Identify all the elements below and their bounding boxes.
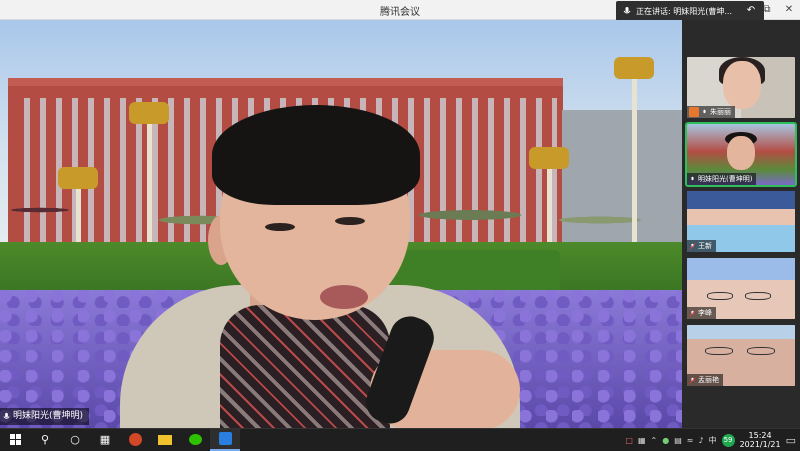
wechat-icon[interactable] xyxy=(180,429,210,451)
participant-list: 朱丽丽 明妹阳光(曹坤明) 王新 李峰 孟丽艳 xyxy=(682,20,800,428)
microphone-icon xyxy=(3,412,10,419)
participant-name: 孟丽艳 xyxy=(698,376,719,384)
participant-tile[interactable]: 朱丽丽 xyxy=(687,57,795,118)
volume-icon[interactable]: ♪ xyxy=(698,436,703,445)
microphone-icon xyxy=(691,176,694,180)
network-icon[interactable]: ▤ xyxy=(674,436,682,445)
clock-date: 2021/1/21 xyxy=(739,440,781,449)
pinyin-icon[interactable]: □ xyxy=(625,436,633,445)
microphone-icon xyxy=(703,109,706,113)
language-indicator[interactable]: 中 xyxy=(709,435,717,446)
speaker-person xyxy=(120,105,540,428)
action-center-icon[interactable]: ▭ xyxy=(786,434,796,447)
search-icon[interactable]: ⚲ xyxy=(30,429,60,451)
system-tray: □ ▦ ⌃ ● ▤ ≈ ♪ 中 59 15:24 2021/1/21 ▭ xyxy=(625,429,800,451)
collapse-icon[interactable]: ↶ xyxy=(742,3,760,18)
windows-taskbar: ⚲ ○ ▦ □ ▦ ⌃ ● ▤ ≈ ♪ 中 59 15:24 2021/1/21… xyxy=(0,428,800,451)
microphone-muted-icon xyxy=(689,242,696,250)
notification-badge[interactable]: 59 xyxy=(721,433,735,447)
powerpoint-app-icon[interactable] xyxy=(120,429,150,451)
avatar-icon xyxy=(689,107,699,117)
file-explorer-icon[interactable] xyxy=(150,429,180,451)
microphone-muted-icon xyxy=(689,376,696,384)
microphone-icon xyxy=(623,7,631,14)
windows-start-icon[interactable] xyxy=(0,429,30,451)
keyboard-icon[interactable]: ▦ xyxy=(638,436,646,445)
participant-name: 朱丽丽 xyxy=(710,108,731,116)
participant-name: 王新 xyxy=(698,242,712,250)
main-speaker-label: 明妹阳光(曹坤明) xyxy=(0,408,90,425)
participant-tile[interactable]: 王新 xyxy=(687,191,795,252)
chevron-up-icon[interactable]: ⌃ xyxy=(651,436,658,445)
participant-tile[interactable]: 李峰 xyxy=(687,258,795,319)
system-clock[interactable]: 15:24 2021/1/21 xyxy=(740,431,781,449)
participant-tile[interactable]: 孟丽艳 xyxy=(687,325,795,386)
speaking-text: 正在讲话: 明妹阳光(曹坤... xyxy=(636,6,732,16)
clock-time: 15:24 xyxy=(748,431,772,440)
close-button[interactable]: ✕ xyxy=(778,0,800,20)
task-switch-icon[interactable]: ▦ xyxy=(90,429,120,451)
app-tray-icon[interactable]: ● xyxy=(662,436,669,445)
microphone-muted-icon xyxy=(689,309,696,317)
main-video: 明妹阳光(曹坤明) xyxy=(0,20,682,428)
task-view-icon[interactable]: ○ xyxy=(60,429,90,451)
street-lamp xyxy=(614,57,654,265)
participant-name: 明妹阳光(曹坤明) xyxy=(698,175,753,183)
participant-tile-active[interactable]: 明妹阳光(曹坤明) xyxy=(685,122,797,187)
tencent-meeting-app-icon[interactable] xyxy=(210,428,240,451)
participant-name: 李峰 xyxy=(698,309,712,317)
main-speaker-name: 明妹阳光(曹坤明) xyxy=(13,411,84,421)
wifi-icon[interactable]: ≈ xyxy=(687,436,694,445)
